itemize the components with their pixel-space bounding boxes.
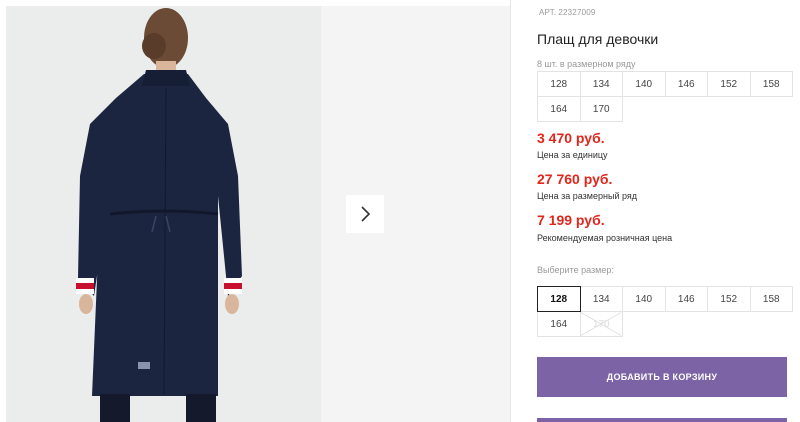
gallery-next-button[interactable] — [346, 195, 384, 233]
column-divider — [510, 0, 511, 422]
range-price: 27 760 руб. — [537, 171, 613, 187]
unit-price-label: Цена за единицу — [537, 150, 608, 160]
size-option-146[interactable]: 146 — [664, 286, 708, 312]
range-size-cell: 146 — [664, 71, 708, 97]
retail-price: 7 199 руб. — [537, 212, 605, 228]
range-price-label: Цена за размерный ряд — [537, 191, 638, 201]
choose-size-label: Выберите размер: — [537, 265, 614, 275]
range-size-cell: 128 — [537, 71, 581, 97]
range-size-cell: 164 — [537, 96, 581, 122]
size-option-128[interactable]: 128 — [537, 286, 581, 312]
chevron-right-icon — [361, 206, 371, 222]
size-range-label: 8 шт. в размерном ряду — [537, 59, 636, 69]
unit-price: 3 470 руб. — [537, 130, 605, 146]
range-size-cell: 158 — [749, 71, 793, 97]
range-size-cell: 140 — [622, 71, 666, 97]
size-option-164[interactable]: 164 — [537, 311, 581, 337]
range-size-cell: 134 — [579, 71, 623, 97]
size-option-134[interactable]: 134 — [579, 286, 623, 312]
product-gallery — [0, 0, 510, 422]
product-title: Плащ для девочки — [537, 31, 659, 47]
range-size-cell: 152 — [707, 71, 751, 97]
coat-photo-image — [6, 6, 321, 422]
size-option-170-unavailable: 170 — [579, 311, 623, 337]
article-number: АРТ. 22327009 — [539, 8, 596, 17]
size-picker: 128 134 140 146 152 158 164 170 — [537, 286, 793, 337]
size-option-140[interactable]: 140 — [622, 286, 666, 312]
size-option-152[interactable]: 152 — [707, 286, 751, 312]
range-size-cell: 170 — [579, 96, 623, 122]
product-photo[interactable] — [6, 6, 321, 422]
size-option-158[interactable]: 158 — [749, 286, 793, 312]
add-to-cart-button[interactable]: ДОБАВИТЬ В КОРЗИНУ — [537, 357, 787, 397]
size-range-grid: 128 134 140 146 152 158 164 170 — [537, 71, 793, 122]
retail-price-label: Рекомендуемая розничная цена — [537, 233, 673, 243]
secondary-button-edge[interactable] — [537, 418, 787, 422]
